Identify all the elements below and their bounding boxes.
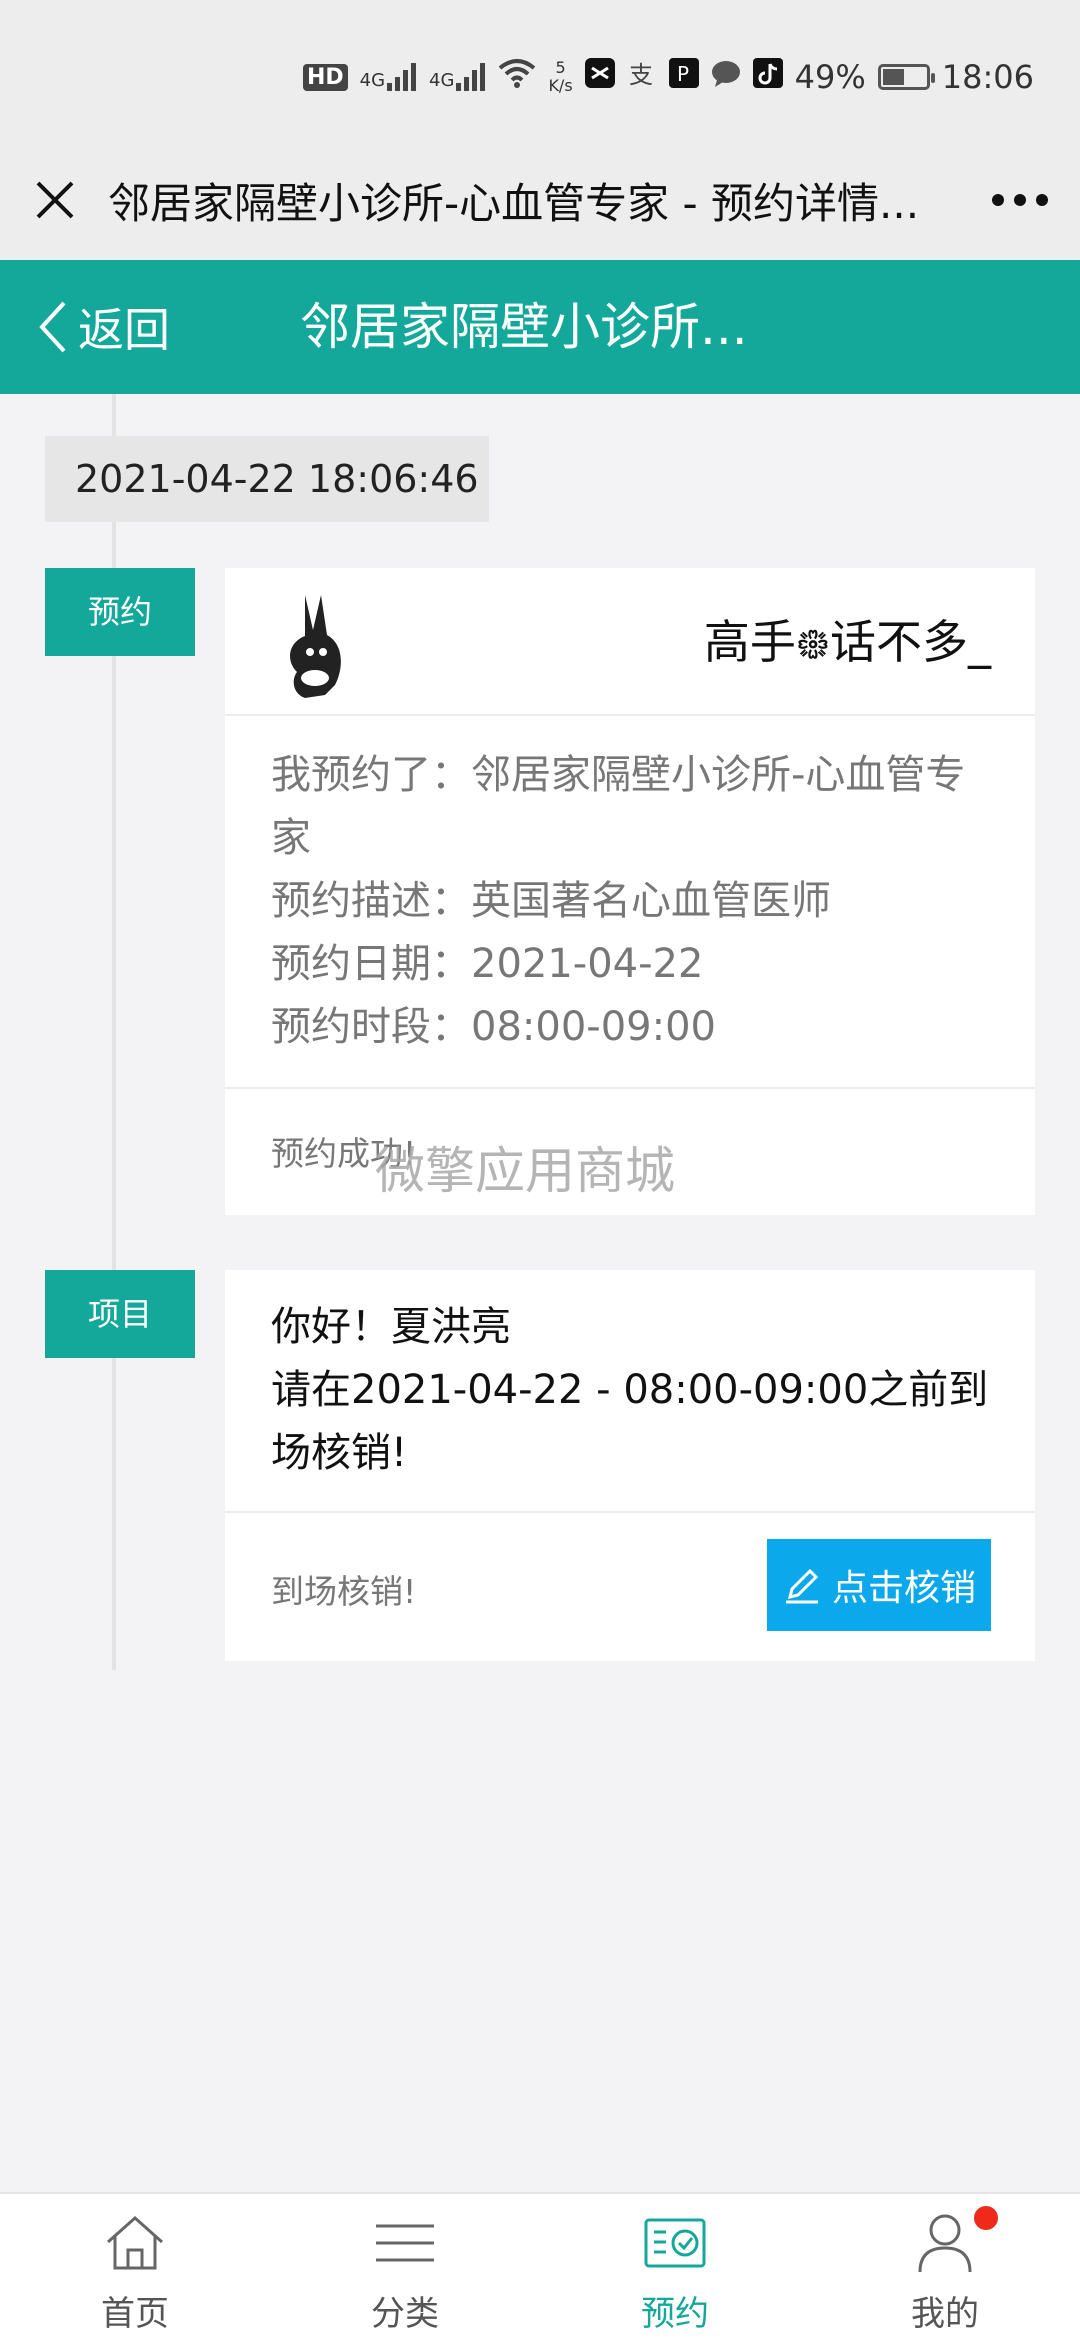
nav-label-mine: 我的	[911, 2294, 979, 2334]
appointment-details: 我预约了：邻居家隔壁小诊所-心血管专家 预约描述：英国著名心血管医师 预约日期：…	[225, 716, 1035, 1087]
bottom-nav: 首页 分类 预约 我的	[0, 2192, 1080, 2340]
detail-line-date: 预约日期：2021-04-22	[271, 941, 704, 987]
project-footer: 到场核销! 点击核销	[225, 1511, 1035, 1661]
app-header: 返回 邻居家隔壁小诊所...	[0, 260, 1080, 394]
verify-button[interactable]: 点击核销	[767, 1539, 991, 1631]
battery-fill	[882, 69, 905, 85]
battery-percent: 49%	[794, 58, 866, 96]
detail-line-description: 预约描述：英国著名心血管医师	[271, 878, 831, 924]
verify-button-label: 点击核销	[831, 1568, 976, 1609]
appointment-icon	[644, 2218, 706, 2268]
svg-text:P: P	[677, 62, 689, 86]
hd-indicator: HD	[302, 63, 348, 91]
greeting-line: 你好！夏洪亮	[271, 1304, 511, 1350]
instruction-line: 请在2021-04-22 - 08:00-09:00之前到场核销!	[271, 1367, 989, 1476]
alipay-icon: 支	[627, 58, 657, 96]
tag-project: 项目	[45, 1270, 195, 1358]
nav-item-mine[interactable]: 我的	[810, 2194, 1080, 2340]
wechat-page-title: 邻居家隔壁小诊所-心血管专家 - 预约详情...	[108, 179, 920, 228]
project-message: 你好！夏洪亮 请在2021-04-22 - 08:00-09:00之前到场核销!	[225, 1270, 1035, 1511]
nav-label-home: 首页	[101, 2294, 169, 2334]
wechat-title-bar: 邻居家隔壁小诊所-心血管专家 - 预约详情...	[0, 150, 1080, 260]
appointment-footer: 预约成功! 微擎应用商城	[225, 1087, 1035, 1215]
nav-label-appointment: 预约	[641, 2294, 709, 2334]
card-user-header: 高手᪥话不多_	[225, 568, 1035, 716]
back-button[interactable]: 返回	[38, 290, 170, 364]
nav-item-appointment[interactable]: 预约	[540, 2194, 810, 2340]
chevron-left-icon	[39, 301, 66, 353]
notification-badge	[974, 2206, 998, 2230]
chat-icon	[711, 58, 741, 96]
battery-icon	[877, 64, 935, 90]
clock: 18:06	[941, 58, 1034, 96]
detail-line-clinic: 我预约了：邻居家隔壁小诊所-心血管专家	[271, 752, 966, 861]
tag-appointment: 预约	[45, 568, 195, 656]
menu-icon	[376, 2224, 434, 2262]
nav-item-category[interactable]: 分类	[270, 2194, 540, 2340]
tiktok-icon	[752, 58, 783, 96]
signal-icon-2: 4G	[429, 63, 486, 91]
timeline-datetime: 2021-04-22 18:06:46	[45, 436, 489, 522]
svg-text:支: 支	[629, 61, 653, 88]
close-icon[interactable]	[30, 175, 80, 225]
more-options-icon[interactable]	[992, 194, 1048, 206]
net-speed: 5 K/s	[548, 58, 573, 95]
edit-icon	[785, 1568, 819, 1604]
wifi-icon	[498, 58, 536, 96]
user-icon	[918, 2214, 972, 2273]
watermark: 微擎应用商城	[375, 1142, 675, 1200]
user-nickname: 高手᪥话不多_	[703, 615, 991, 669]
appointment-card: 高手᪥话不多_ 我预约了：邻居家隔壁小诊所-心血管专家 预约描述：英国著名心血管…	[225, 568, 1035, 1215]
status-bar: HD 4G 4G 5 K/s 支 P 49% 18:06	[0, 0, 1080, 150]
home-icon	[107, 2215, 163, 2270]
page-title: 邻居家隔壁小诊所...	[300, 298, 748, 356]
avatar	[290, 595, 341, 698]
nav-label-category: 分类	[371, 2294, 439, 2334]
verify-hint: 到场核销!	[271, 1572, 417, 1611]
detail-line-time: 预约时段：08:00-09:00	[271, 1004, 716, 1050]
signal-icon-1: 4G	[360, 63, 417, 91]
back-label: 返回	[78, 303, 170, 357]
capcut-icon	[584, 58, 615, 96]
pinduoduo-icon: P	[668, 58, 699, 96]
project-card: 你好！夏洪亮 请在2021-04-22 - 08:00-09:00之前到场核销!…	[225, 1270, 1035, 1661]
nav-item-home[interactable]: 首页	[0, 2194, 270, 2340]
status-icons: HD 4G 4G 5 K/s 支 P 49% 18:06	[302, 52, 1034, 102]
